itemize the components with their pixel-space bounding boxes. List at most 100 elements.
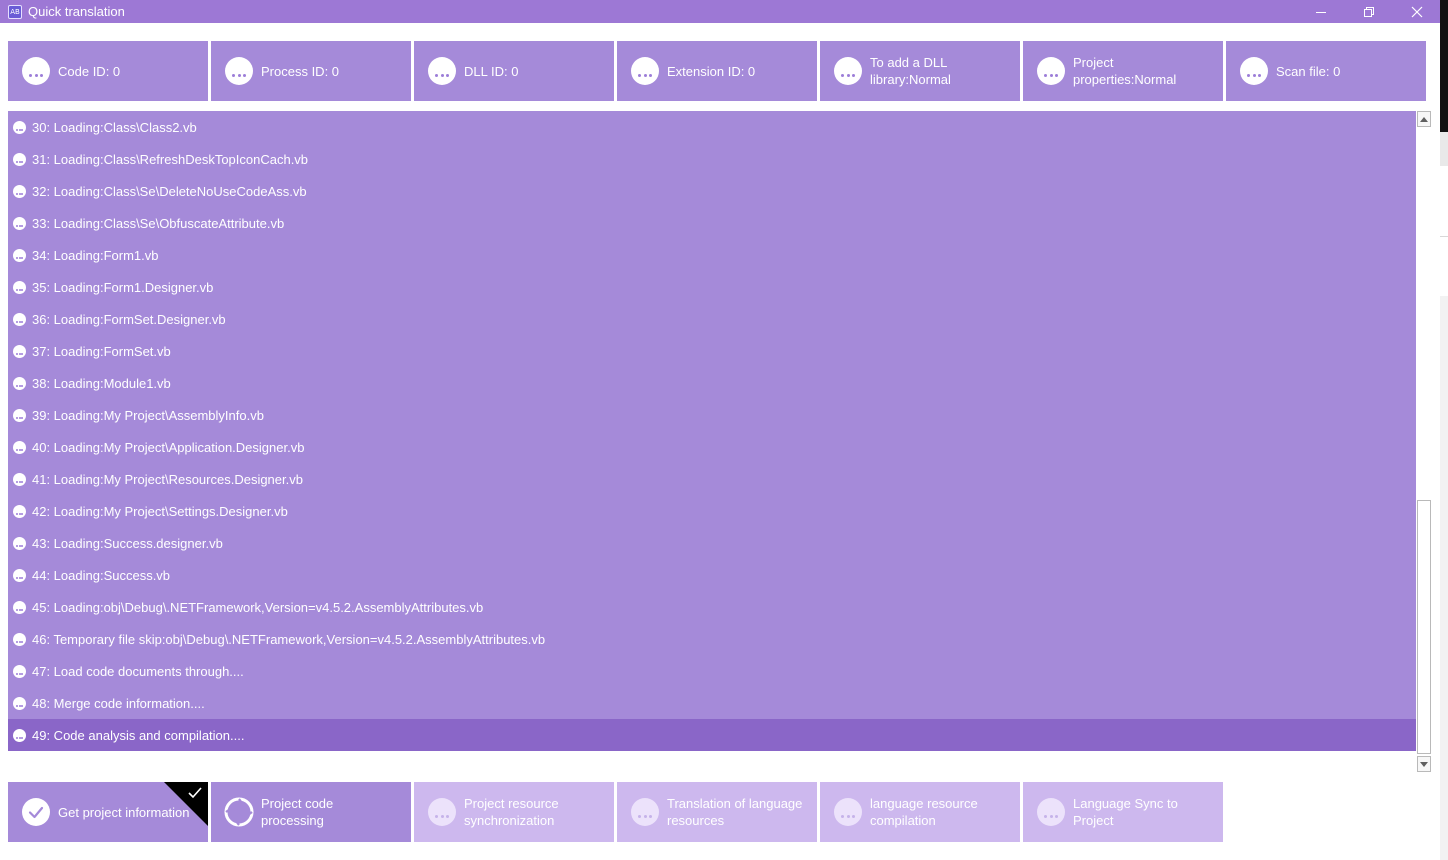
log-row[interactable]: 45: Loading:obj\Debug\.NETFramework,Vers…: [8, 591, 1416, 623]
close-icon: [1411, 6, 1423, 17]
log-row-text: 34: Loading:Form1.vb: [32, 247, 159, 263]
close-button[interactable]: [1394, 0, 1440, 23]
stat-code-id: Code ID: 0: [8, 41, 208, 101]
more-dots-icon: [428, 57, 456, 85]
spinner-icon: [224, 797, 254, 827]
more-dots-icon: [834, 798, 862, 826]
minimize-button[interactable]: [1298, 0, 1344, 23]
log-row-text: 41: Loading:My Project\Resources.Designe…: [32, 471, 303, 487]
log-row[interactable]: 48: Merge code information....: [8, 687, 1416, 719]
more-dots-icon: [13, 728, 26, 742]
restore-button[interactable]: [1346, 0, 1392, 23]
log-row-text: 48: Merge code information....: [32, 695, 205, 711]
more-dots-icon: [13, 504, 26, 518]
stat-label: DLL ID: 0: [464, 63, 519, 79]
arrow-down-icon: [1420, 761, 1428, 767]
log-row-text: 42: Loading:My Project\Settings.Designer…: [32, 503, 288, 519]
log-row[interactable]: 43: Loading:Success.designer.vb: [8, 527, 1416, 559]
log-row[interactable]: 35: Loading:Form1.Designer.vb: [8, 271, 1416, 303]
more-dots-icon: [13, 536, 26, 550]
log-row[interactable]: 46: Temporary file skip:obj\Debug\.NETFr…: [8, 623, 1416, 655]
stat-label: Code ID: 0: [58, 63, 121, 79]
step-get-project-information[interactable]: Get project information: [8, 782, 208, 842]
log-row-text: 43: Loading:Success.designer.vb: [32, 535, 223, 551]
more-dots-icon: [834, 57, 862, 85]
more-dots-icon: [428, 798, 456, 826]
more-dots-icon: [13, 600, 26, 614]
check-circle-icon: [22, 798, 50, 826]
log-row-text: 39: Loading:My Project\AssemblyInfo.vb: [32, 407, 264, 423]
stat-label: Scan file: 0: [1276, 63, 1341, 79]
check-icon: [188, 787, 202, 799]
title-bar: AB Quick translation: [0, 0, 1440, 23]
step-label: Project code processing: [261, 796, 334, 828]
log-scrollbar[interactable]: [1416, 111, 1432, 772]
log-row[interactable]: 49: Code analysis and compilation....: [8, 719, 1416, 751]
log-row-text: 49: Code analysis and compilation....: [32, 727, 245, 743]
stat-dll-library: To add a DLL library:Normal: [820, 41, 1020, 101]
stat-label: Extension ID: 0: [667, 63, 756, 79]
log-row-text: 45: Loading:obj\Debug\.NETFramework,Vers…: [32, 599, 484, 615]
more-dots-icon: [13, 120, 26, 134]
restore-icon: [1364, 6, 1374, 17]
log-row[interactable]: 34: Loading:Form1.vb: [8, 239, 1416, 271]
step-language-resource-compilation[interactable]: language resource compilation: [820, 782, 1020, 842]
stat-project-properties: Project properties:Normal: [1023, 41, 1223, 101]
log-list[interactable]: 30: Loading:Class\Class2.vb 31: Loading:C…: [8, 111, 1416, 751]
log-row-text: 31: Loading:Class\RefreshDeskTopIconCach…: [32, 151, 309, 167]
progress-steps: Get project information Project code pro…: [8, 782, 1223, 842]
more-dots-icon: [13, 248, 26, 262]
stat-label: To add a DLL library:Normal: [870, 55, 951, 87]
stat-dll-id: DLL ID: 0: [414, 41, 614, 101]
stat-label: Process ID: 0: [261, 63, 340, 79]
window-edge: [1440, 0, 1448, 860]
log-row-text: 44: Loading:Success.vb: [32, 567, 171, 583]
more-dots-icon: [1037, 57, 1065, 85]
log-row[interactable]: 40: Loading:My Project\Application.Desig…: [8, 431, 1416, 463]
step-label: language resource compilation: [870, 796, 978, 828]
more-dots-icon: [13, 664, 26, 678]
stats-bar: Code ID: 0 Process ID: 0 DLL ID: 0 Exten…: [8, 41, 1426, 101]
log-row[interactable]: 31: Loading:Class\RefreshDeskTopIconCach…: [8, 143, 1416, 175]
more-dots-icon: [13, 280, 26, 294]
step-translation-of-language-resources[interactable]: Translation of language resources: [617, 782, 817, 842]
log-row-text: 30: Loading:Class\Class2.vb: [32, 119, 197, 135]
log-row[interactable]: 47: Load code documents through....: [8, 655, 1416, 687]
app-icon: AB: [8, 4, 22, 19]
more-dots-icon: [13, 408, 26, 422]
log-row[interactable]: 33: Loading:Class\Se\ObfuscateAttribute.…: [8, 207, 1416, 239]
step-language-sync-to-project[interactable]: Language Sync to Project: [1023, 782, 1223, 842]
step-project-resource-synchronization[interactable]: Project resource synchronization: [414, 782, 614, 842]
log-row[interactable]: 32: Loading:Class\Se\DeleteNoUseCodeAss.…: [8, 175, 1416, 207]
log-row[interactable]: 37: Loading:FormSet.vb: [8, 335, 1416, 367]
step-project-code-processing[interactable]: Project code processing: [211, 782, 411, 842]
log-row-text: 37: Loading:FormSet.vb: [32, 343, 171, 359]
stat-label: Project properties:Normal: [1073, 55, 1177, 87]
log-row[interactable]: 36: Loading:FormSet.Designer.vb: [8, 303, 1416, 335]
log-row[interactable]: 38: Loading:Module1.vb: [8, 367, 1416, 399]
log-row-text: 36: Loading:FormSet.Designer.vb: [32, 311, 226, 327]
scroll-down-button[interactable]: [1417, 756, 1431, 772]
step-label: Language Sync to Project: [1073, 796, 1178, 828]
log-row-text: 35: Loading:Form1.Designer.vb: [32, 279, 214, 295]
log-row-text: 47: Load code documents through....: [32, 663, 244, 679]
scroll-up-button[interactable]: [1417, 111, 1431, 127]
log-row[interactable]: 42: Loading:My Project\Settings.Designer…: [8, 495, 1416, 527]
window-title: Quick translation: [28, 4, 125, 19]
stat-scan-file: Scan file: 0: [1226, 41, 1426, 101]
log-row-text: 33: Loading:Class\Se\ObfuscateAttribute.…: [32, 215, 285, 231]
more-dots-icon: [22, 57, 50, 85]
step-label: Translation of language resources: [667, 796, 803, 828]
more-dots-icon: [225, 57, 253, 85]
log-row[interactable]: 39: Loading:My Project\AssemblyInfo.vb: [8, 399, 1416, 431]
more-dots-icon: [13, 632, 26, 646]
more-dots-icon: [13, 184, 26, 198]
more-dots-icon: [13, 696, 26, 710]
scroll-thumb[interactable]: [1417, 500, 1431, 754]
log-row[interactable]: 30: Loading:Class\Class2.vb: [8, 111, 1416, 143]
log-row-text: 40: Loading:My Project\Application.Desig…: [32, 439, 305, 455]
log-row[interactable]: 41: Loading:My Project\Resources.Designe…: [8, 463, 1416, 495]
more-dots-icon: [13, 216, 26, 230]
log-row[interactable]: 44: Loading:Success.vb: [8, 559, 1416, 591]
minimize-icon: [1316, 11, 1326, 13]
